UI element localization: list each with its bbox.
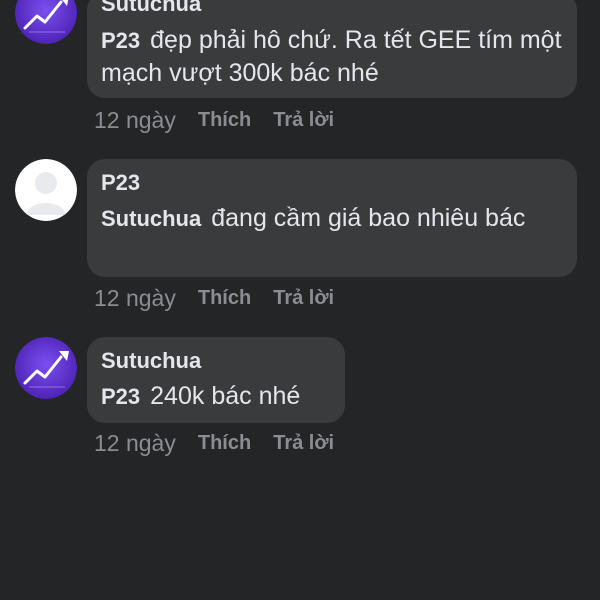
comment-bubble: P23 Sutuchua đang cầm giá bao nhiêu bác	[87, 159, 577, 277]
comment-text: Sutuchua đang cầm giá bao nhiêu bác	[101, 202, 563, 235]
comment-timestamp[interactable]: 12 ngày	[94, 430, 176, 457]
comment-text: P23 240k bác nhé	[101, 380, 331, 413]
comment-message: 240k bác nhé	[150, 382, 301, 410]
stock-chart-logo-icon	[15, 0, 77, 44]
mention-tag[interactable]: P23	[101, 28, 140, 53]
default-profile-icon	[15, 159, 77, 221]
comment-timestamp[interactable]: 12 ngày	[94, 107, 176, 134]
reply-button[interactable]: Trả lời	[273, 432, 334, 455]
mention-tag[interactable]: P23	[101, 384, 140, 409]
comment-text: P23 đẹp phải hô chứ. Ra tết GEE tím một m…	[101, 24, 563, 90]
comment-author[interactable]: P23	[101, 169, 563, 197]
comment-message: đang cầm giá bao nhiêu bác	[211, 204, 526, 232]
like-button[interactable]: Thích	[198, 432, 251, 455]
mention-tag[interactable]: Sutuchua	[101, 206, 201, 231]
reply-button[interactable]: Trả lời	[273, 287, 334, 310]
comment-author[interactable]: Sutuchua	[101, 347, 331, 375]
stock-chart-logo-icon	[15, 337, 77, 399]
reply-button[interactable]: Trả lời	[273, 109, 334, 132]
comment-actions: 12 ngày Thích Trả lời	[94, 428, 334, 458]
comment-author[interactable]: Sutuchua	[101, 0, 563, 18]
comment-actions: 12 ngày Thích Trả lời	[94, 105, 334, 135]
avatar[interactable]	[15, 337, 77, 399]
like-button[interactable]: Thích	[198, 109, 251, 132]
comment-actions: 12 ngày Thích Trả lời	[94, 283, 334, 313]
comment-thread: Sutuchua P23 đẹp phải hô chứ. Ra tết GEE …	[0, 0, 600, 600]
avatar[interactable]	[15, 0, 77, 44]
comment-bubble: Sutuchua P23 đẹp phải hô chứ. Ra tết GEE …	[87, 0, 577, 98]
comment-message: đẹp phải hô chứ. Ra tết GEE tím một mạch…	[101, 26, 562, 87]
comment-bubble: Sutuchua P23 240k bác nhé	[87, 337, 345, 423]
comment-timestamp[interactable]: 12 ngày	[94, 285, 176, 312]
avatar[interactable]	[15, 159, 77, 221]
like-button[interactable]: Thích	[198, 287, 251, 310]
